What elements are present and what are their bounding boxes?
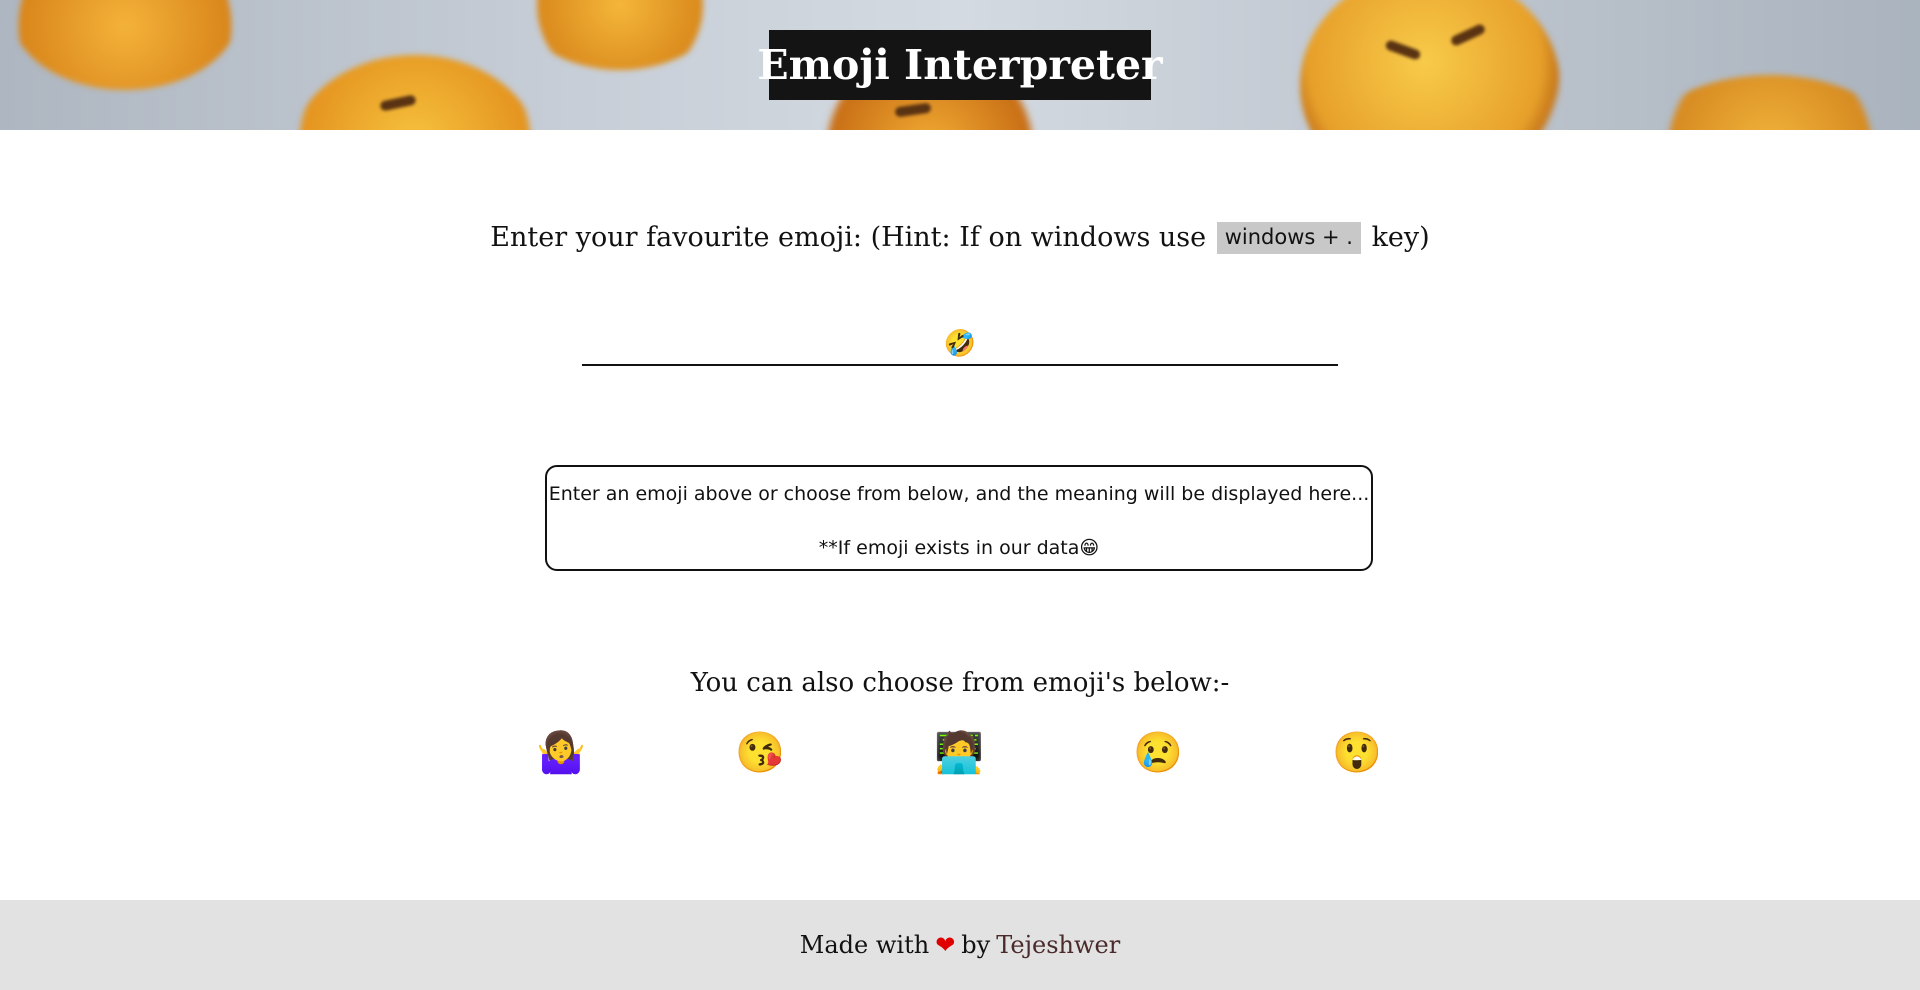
meaning-output: Enter an emoji above or choose from belo… — [545, 465, 1373, 571]
heart-icon: ❤ — [935, 931, 956, 959]
header-banner: Emoji Interpreter — [0, 0, 1920, 130]
banner-emoji-blur — [10, 0, 240, 90]
emoji-options: 🤷‍♀️ 😘 🧑‍💻 😢 😲 — [0, 728, 1920, 780]
emoji-option-astonished[interactable]: 😲 — [1332, 728, 1382, 778]
banner-emoji-blur — [520, 0, 720, 70]
choose-heading: You can also choose from emoji's below:- — [690, 668, 1230, 698]
footer-made-with: Made with — [799, 931, 930, 959]
title-box: Emoji Interpreter — [757, 30, 1163, 100]
emoji-input[interactable] — [582, 322, 1338, 366]
banner-emoji-blur — [290, 55, 540, 130]
banner-emoji-blur — [1300, 0, 1560, 130]
page-title: Emoji Interpreter — [757, 41, 1163, 89]
output-message: Enter an emoji above or choose from belo… — [548, 483, 1370, 505]
prompt-text-end: key) — [1371, 222, 1430, 253]
output-note: **If emoji exists in our data😁 — [818, 537, 1100, 559]
emoji-option-shrug[interactable]: 🤷‍♀️ — [536, 728, 586, 778]
footer-by: by — [961, 931, 991, 959]
footer: Made with ❤ by Tejeshwer — [0, 900, 1920, 990]
key-hint: windows + . — [1216, 222, 1361, 254]
prompt-text: Enter your favourite emoji: (Hint: If on… — [490, 222, 1207, 253]
emoji-option-technologist[interactable]: 🧑‍💻 — [934, 728, 984, 778]
emoji-option-kiss[interactable]: 😘 — [735, 728, 785, 778]
author-link[interactable]: Tejeshwer — [996, 931, 1120, 959]
banner-emoji-blur — [1640, 75, 1900, 130]
emoji-prompt: Enter your favourite emoji: (Hint: If on… — [0, 222, 1920, 254]
emoji-option-crying[interactable]: 😢 — [1133, 728, 1183, 778]
